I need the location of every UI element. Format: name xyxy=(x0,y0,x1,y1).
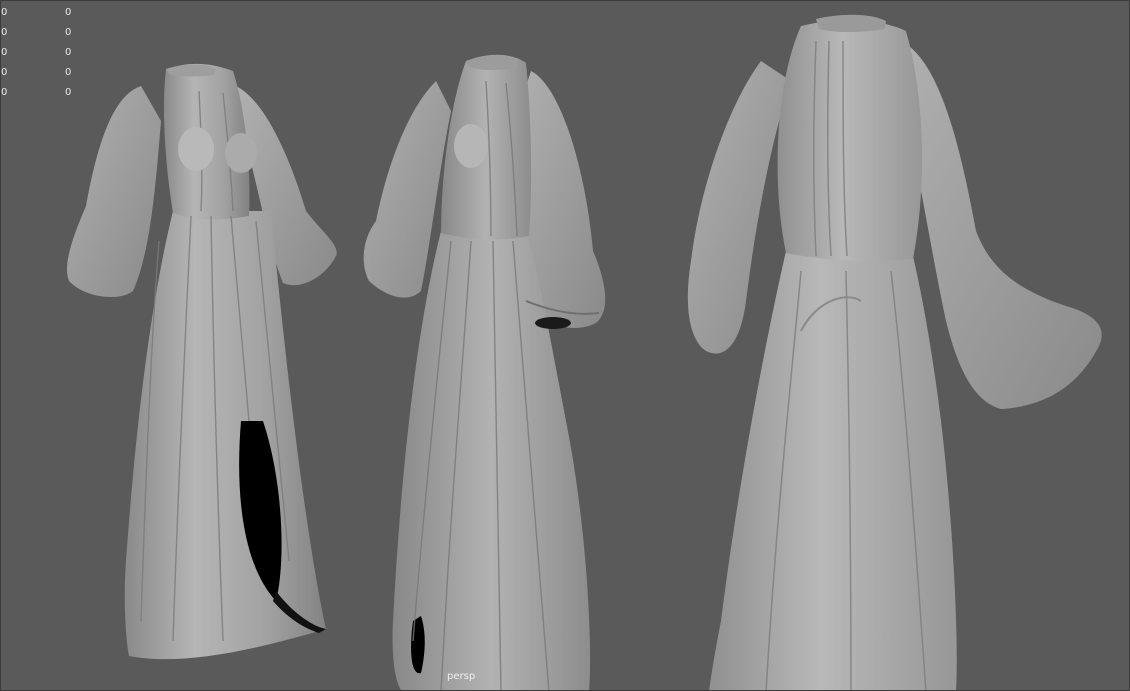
dress-front-collar xyxy=(166,64,216,77)
viewport-scene xyxy=(66,14,1102,691)
camera-label: persp xyxy=(447,671,476,682)
dress-back-bodice xyxy=(777,19,923,261)
dress-back-collar xyxy=(816,14,886,33)
dress-front-left-sleeve xyxy=(66,86,161,297)
dress-model-three-quarter[interactable] xyxy=(363,54,606,691)
dress-model-back[interactable] xyxy=(687,14,1102,691)
dress-back-skirt xyxy=(709,251,957,690)
dress-mid-collar xyxy=(466,54,518,70)
dress-model-front[interactable] xyxy=(66,63,337,660)
3d-viewport[interactable]: 00 00 00 00 00 persp xyxy=(0,0,1130,691)
